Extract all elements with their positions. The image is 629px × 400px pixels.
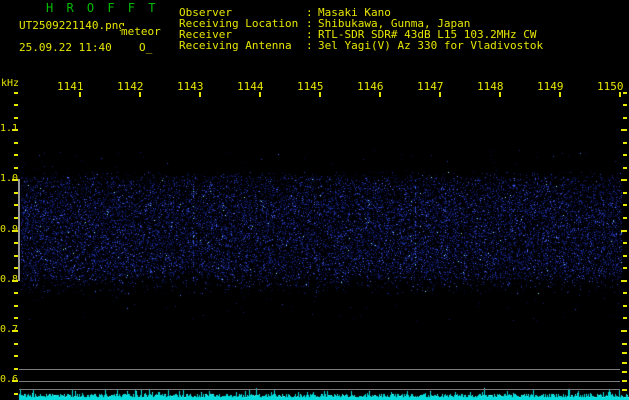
y-axis-tick bbox=[623, 317, 627, 319]
x-tick-label: 1148 bbox=[477, 80, 504, 93]
y-axis-tick bbox=[14, 393, 18, 395]
y-axis-tick bbox=[621, 129, 627, 131]
y-tick-label: 1.1 bbox=[0, 123, 19, 134]
y-axis-tick bbox=[14, 317, 18, 319]
x-tick-label: 1141 bbox=[57, 80, 84, 93]
x-tick-label: 1149 bbox=[537, 80, 564, 93]
y-axis-tick bbox=[14, 117, 18, 119]
filename: UT2509221140.png bbox=[19, 19, 125, 32]
datetime: 25.09.22 11:40 bbox=[19, 41, 112, 54]
y-axis-tick bbox=[623, 204, 627, 206]
y-axis-tick bbox=[621, 230, 627, 232]
y-axis-tick bbox=[623, 92, 627, 94]
x-tick-label: 1142 bbox=[117, 80, 144, 93]
y-axis-tick bbox=[623, 292, 627, 294]
app-title: H R O F F T bbox=[46, 1, 159, 15]
y-axis-tick bbox=[14, 292, 18, 294]
y-axis-tick bbox=[14, 92, 18, 94]
y-axis-tick bbox=[623, 255, 627, 257]
y-axis-tick bbox=[14, 343, 18, 345]
y-axis-tick bbox=[621, 179, 627, 181]
y-axis-tick bbox=[623, 167, 627, 169]
y-axis-tick bbox=[621, 280, 627, 282]
y-axis-tick bbox=[14, 167, 18, 169]
y-tick-label: 1.0 bbox=[0, 173, 19, 184]
field-colon: : bbox=[306, 39, 313, 52]
axis-ticks-layer bbox=[0, 0, 629, 400]
y-tick-label: 0.6 bbox=[0, 374, 19, 385]
x-tick-label: 1147 bbox=[417, 80, 444, 93]
y-axis-tick bbox=[14, 355, 18, 357]
x-tick-label: 1145 bbox=[297, 80, 324, 93]
amplitude-scale-tick bbox=[622, 380, 627, 382]
field-value-receiving-antenna: 3el Yagi(V) Az 330 for Vladivostok bbox=[318, 39, 544, 52]
y-axis-tick bbox=[14, 142, 18, 144]
y-axis-tick bbox=[621, 330, 627, 332]
amplitude-scale-tick bbox=[622, 362, 627, 364]
y-axis-tick bbox=[623, 305, 627, 307]
amplitude-reference-line bbox=[19, 381, 620, 382]
y-axis-tick bbox=[623, 267, 627, 269]
y-axis-tick bbox=[623, 142, 627, 144]
y-axis-tick bbox=[14, 104, 18, 106]
y-axis-tick bbox=[623, 217, 627, 219]
x-tick-label: 1150 bbox=[597, 80, 624, 93]
y-axis-tick bbox=[623, 154, 627, 156]
y-tick-label: 0.7 bbox=[0, 324, 19, 335]
y-axis-tick bbox=[14, 368, 18, 370]
count-band-marker bbox=[18, 179, 20, 281]
y-tick-label: 0.8 bbox=[0, 274, 19, 285]
y-axis-unit-label: kHz bbox=[1, 78, 20, 89]
x-tick-label: 1143 bbox=[177, 80, 204, 93]
y-tick-label: 0.9 bbox=[0, 224, 19, 235]
y-axis-tick bbox=[14, 305, 18, 307]
x-tick-label: 1146 bbox=[357, 80, 384, 93]
y-axis-tick bbox=[623, 192, 627, 194]
y-axis-tick bbox=[623, 242, 627, 244]
amplitude-reference-line bbox=[19, 369, 620, 370]
y-axis-tick bbox=[623, 104, 627, 106]
amplitude-reference-line bbox=[19, 389, 620, 390]
echo-counter: O_ bbox=[139, 41, 153, 54]
amplitude-scale-tick bbox=[622, 389, 627, 391]
y-axis-tick bbox=[14, 154, 18, 156]
x-tick-label: 1144 bbox=[237, 80, 264, 93]
hrofft-output-image: H R O F F T UT2509221140.png meteor 25.0… bbox=[0, 0, 629, 400]
field-label-receiving-antenna: Receiving Antenna bbox=[179, 39, 292, 52]
amplitude-scale-tick bbox=[622, 371, 627, 373]
y-axis-tick bbox=[623, 117, 627, 119]
station-label: meteor bbox=[121, 25, 161, 38]
amplitude-scale-tick bbox=[622, 343, 627, 345]
amplitude-scale-tick bbox=[622, 352, 627, 354]
